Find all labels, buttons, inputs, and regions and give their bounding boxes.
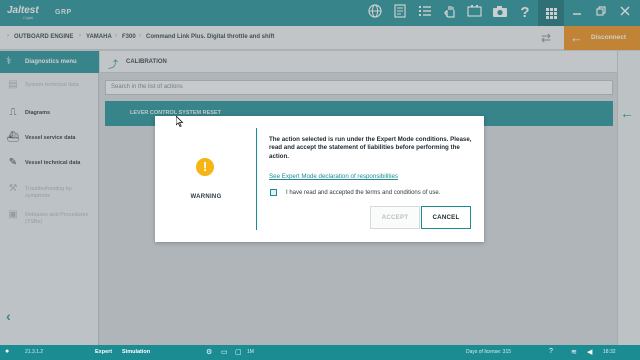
status-bar: ● 21.3.1.2 Expert Simulation ⚙ ▭ ▢ 1M Da… <box>0 345 640 360</box>
dialog-message: The action selected is run under the Exp… <box>269 136 472 160</box>
cancel-button[interactable]: CANCEL <box>421 206 471 229</box>
question-icon[interactable]: ? <box>549 348 553 355</box>
terms-checkbox-label[interactable]: I have read and accepted the terms and c… <box>286 190 440 196</box>
mouse-cursor-icon <box>175 114 184 132</box>
license-days: Days of license: 315 <box>466 349 512 355</box>
accept-button[interactable]: ACCEPT <box>370 206 420 229</box>
warning-dialog: ! WARNING The action selected is run und… <box>155 116 484 242</box>
volume-icon: ◀ <box>587 349 593 356</box>
mode-simulation[interactable]: Simulation <box>122 349 150 355</box>
warning-icon: ! <box>196 158 214 176</box>
terms-checkbox[interactable] <box>270 189 277 196</box>
folder-icon[interactable]: ▭ <box>221 348 228 356</box>
wifi-icon: ≋ <box>571 349 577 356</box>
status-extra: 1M <box>247 349 254 355</box>
chat-icon[interactable]: ▢ <box>235 348 242 356</box>
dialog-divider <box>256 128 257 230</box>
settings-icon[interactable]: ⚙ <box>206 348 212 356</box>
warning-label: WARNING <box>190 194 222 200</box>
version-text: 21.3.1.2 <box>25 349 44 355</box>
mode-expert[interactable]: Expert <box>95 349 112 355</box>
status-led-icon: ● <box>5 348 10 355</box>
expert-mode-declaration-link[interactable]: See Expert Mode declaration of responsib… <box>269 173 398 180</box>
clock: 18:32 <box>603 349 616 355</box>
